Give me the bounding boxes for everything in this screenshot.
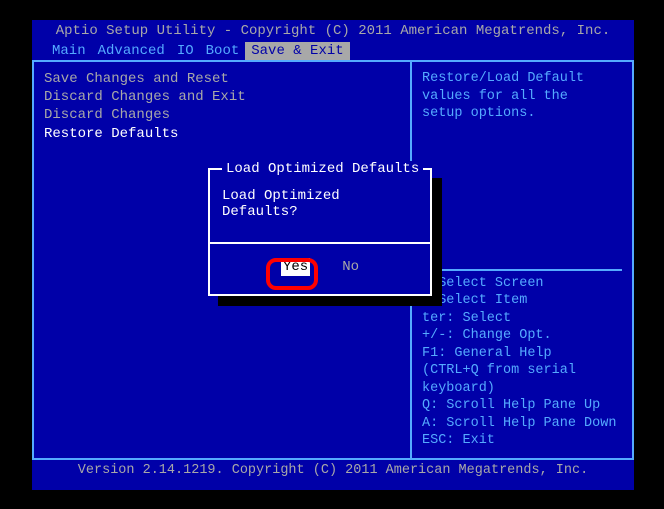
right-panel: Restore/Load Default values for all the … xyxy=(412,62,634,458)
dialog-buttons: Yes No xyxy=(222,252,418,276)
dialog-separator xyxy=(210,242,430,244)
menu-restore-defaults[interactable]: Restore Defaults xyxy=(44,125,400,143)
legend-line: A: Scroll Help Pane Down xyxy=(422,415,622,433)
legend-line: F1: General Help xyxy=(422,345,622,363)
no-button[interactable]: No xyxy=(342,258,359,276)
legend-line: ter: Select xyxy=(422,310,622,328)
menu-discard-changes[interactable]: Discard Changes xyxy=(44,106,400,124)
help-line: values for all the xyxy=(422,88,622,106)
legend-line: (CTRL+Q from serial xyxy=(422,362,622,380)
confirm-dialog: Load Optimized Defaults Load Optimized D… xyxy=(208,168,432,296)
dialog-question: Load Optimized Defaults? xyxy=(222,188,418,220)
legend-line: : Select Item xyxy=(422,292,622,310)
tab-io[interactable]: IO xyxy=(171,42,200,60)
dialog-body: Load Optimized Defaults? Yes No xyxy=(210,170,430,286)
help-text: Restore/Load Default values for all the … xyxy=(422,70,622,123)
tab-save-exit[interactable]: Save & Exit xyxy=(245,42,349,60)
header-title: Aptio Setup Utility - Copyright (C) 2011… xyxy=(32,20,634,42)
menu-discard-changes-exit[interactable]: Discard Changes and Exit xyxy=(44,88,400,106)
key-legend: : Select Screen : Select Item ter: Selec… xyxy=(422,269,622,450)
legend-line: keyboard) xyxy=(422,380,622,398)
legend-line: ESC: Exit xyxy=(422,432,622,450)
tab-advanced[interactable]: Advanced xyxy=(92,42,171,60)
tab-boot[interactable]: Boot xyxy=(200,42,246,60)
legend-line: : Select Screen xyxy=(422,275,622,293)
legend-line: Q: Scroll Help Pane Up xyxy=(422,397,622,415)
dialog-title: Load Optimized Defaults xyxy=(222,161,423,177)
legend-line: +/-: Change Opt. xyxy=(422,327,622,345)
menu-save-changes-reset[interactable]: Save Changes and Reset xyxy=(44,70,400,88)
footer-version: Version 2.14.1219. Copyright (C) 2011 Am… xyxy=(32,460,634,481)
help-line: setup options. xyxy=(422,105,622,123)
tab-bar: Main Advanced IO Boot Save & Exit xyxy=(32,42,634,60)
help-line: Restore/Load Default xyxy=(422,70,622,88)
tab-main[interactable]: Main xyxy=(46,42,92,60)
yes-button[interactable]: Yes xyxy=(281,258,310,276)
